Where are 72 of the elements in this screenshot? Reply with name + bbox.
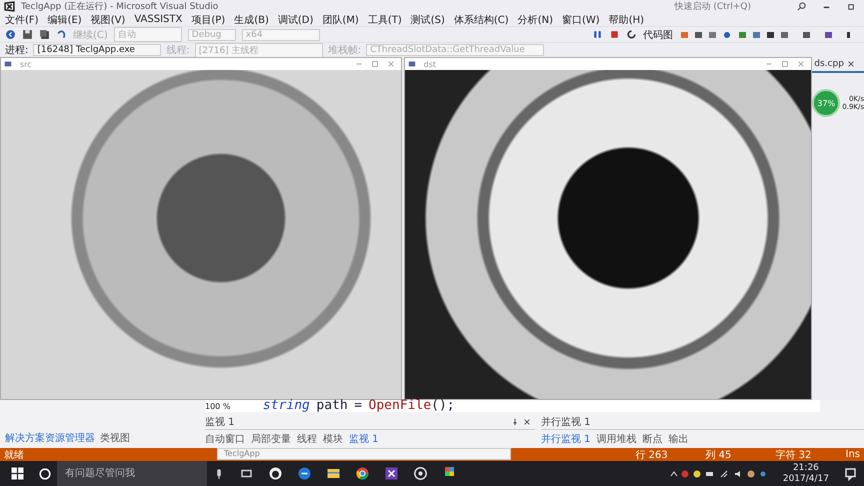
save-all-icon[interactable] [39,29,50,40]
menu-item[interactable]: 体系结构(C) [454,12,509,26]
menu-item[interactable]: 测试(S) [410,12,445,26]
process-dropdown[interactable]: [16248] TeclgApp.exe [33,44,162,56]
undo-icon[interactable] [56,29,67,40]
stop-icon[interactable] [609,29,620,40]
panel-tab[interactable]: 局部变量 [251,432,291,446]
search-field[interactable]: 有问题尽管问我 [57,461,207,486]
file-tab[interactable]: ds.cpp [814,59,844,69]
menu-item[interactable]: VASSISTX [134,14,182,25]
menu-item[interactable]: 分析(N) [518,12,553,26]
maximize-icon[interactable] [370,60,379,68]
panel-tab[interactable]: 模块 [323,432,343,446]
stack-frame-label: 堆栈帧: [328,44,362,57]
close-icon[interactable] [846,60,855,68]
panel-tab[interactable]: 解决方案资源管理器 [5,431,95,445]
panel-tab[interactable]: 类视图 [100,431,130,445]
menu-item[interactable]: 编辑(E) [48,12,82,26]
panel-tab[interactable]: 输出 [668,432,689,446]
window-icon [408,60,416,68]
menu-item[interactable]: 生成(B) [234,12,269,26]
panel-tab[interactable]: 断点 [642,432,663,446]
code-map-button[interactable]: 代码图 [643,28,673,42]
menu-item[interactable]: 文件(F) [5,12,39,26]
pin-icon[interactable] [511,418,519,426]
notification-icon[interactable] [843,466,858,481]
thread-label: 线程: [166,44,190,57]
menu-item[interactable]: 团队(M) [322,12,359,26]
app-logo-icon [4,1,15,12]
circle-icon [39,468,51,480]
status-text: 就绪 [4,448,24,462]
menu-item[interactable]: 视图(V) [90,12,126,26]
panel-tab[interactable]: 调用堆栈 [596,432,637,446]
menu-item[interactable]: 项目(P) [191,12,226,26]
window-title: TeclgApp (正在运行) - Microsoft Visual Studio [21,0,218,13]
panel-title: 监视 1 [205,416,235,430]
panel-tab[interactable]: 并行监视 1 [541,432,591,446]
window-title: src [20,60,32,68]
zoom-level[interactable]: 100 % [205,402,230,411]
close-icon[interactable] [523,418,531,426]
menu-item[interactable]: 帮助(H) [608,12,644,26]
line-number: 行 263 [636,448,669,462]
circle-icon[interactable] [413,466,428,481]
save-icon[interactable] [22,29,33,40]
visual-studio-icon[interactable] [384,466,399,481]
window-icon [4,60,12,68]
folder-icon[interactable] [326,466,341,481]
maximize-icon[interactable] [781,60,790,68]
panel-tab[interactable]: 线程 [297,432,317,446]
cpu-badge: 37% [812,89,840,117]
window-title: dst [424,60,436,68]
back-icon[interactable] [5,29,16,40]
panel-tab[interactable]: 自动窗口 [205,432,245,446]
panel-title: 并行监视 1 [541,416,591,430]
code-line: string path = OpenFile(); [262,400,455,412]
quick-launch-field[interactable]: 快速启动 (Ctrl+Q) [674,0,751,13]
restore-icon[interactable] [847,2,856,11]
restart-icon[interactable] [626,29,637,40]
process-label: 进程: [5,44,28,57]
clock-date[interactable]: 2017/4/17 [782,474,829,484]
pause-icon[interactable] [592,29,603,40]
panel-tab[interactable]: 监视 1 [349,432,379,446]
menu-item[interactable]: 调试(D) [278,12,314,26]
menu-item[interactable]: 工具(T) [368,12,402,26]
windows-icon[interactable] [10,466,25,481]
menu-item[interactable]: 窗口(W) [562,12,600,26]
app-icon[interactable] [442,464,457,479]
search-icon[interactable] [797,2,806,11]
insert-mode: Ins [846,449,860,460]
character-number: 字符 32 [776,448,812,462]
clock-time[interactable]: 21:26 [792,462,819,474]
column-number: 列 45 [706,448,732,462]
